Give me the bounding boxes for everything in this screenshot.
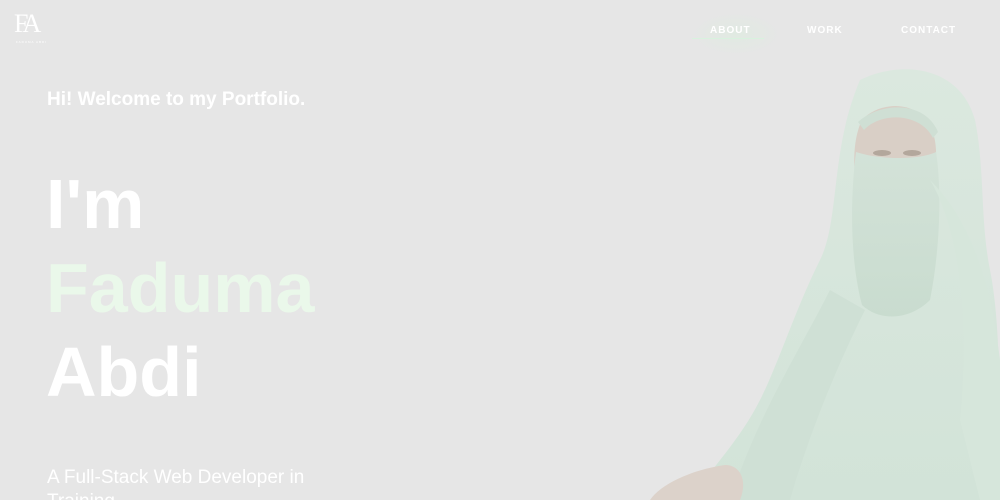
hero-tagline: A Full-Stack Web Developer in Training [47, 467, 305, 500]
hero-greeting: Hi! Welcome to my Portfolio. [47, 89, 306, 110]
hero-first-name: Faduma [46, 249, 315, 327]
nav-active-underline [692, 38, 764, 39]
logo-subtitle: FADUMA ABDI [16, 40, 48, 44]
nav-link-about[interactable]: ABOUT [710, 25, 751, 36]
main-nav: ABOUT WORK CONTACT [690, 0, 1000, 60]
nav-link-contact[interactable]: CONTACT [901, 25, 956, 36]
hero-intro: I'm [46, 165, 145, 243]
portfolio-page: FA FADUMA ABDI ABOUT WORK CONTACT Hi! We… [0, 0, 1000, 500]
site-logo[interactable]: FA FADUMA ABDI [14, 9, 48, 45]
logo-monogram: FA [14, 9, 41, 38]
nav-link-work[interactable]: WORK [807, 25, 843, 36]
hero-last-name: Abdi [46, 333, 202, 411]
portrait-image [650, 69, 1000, 500]
